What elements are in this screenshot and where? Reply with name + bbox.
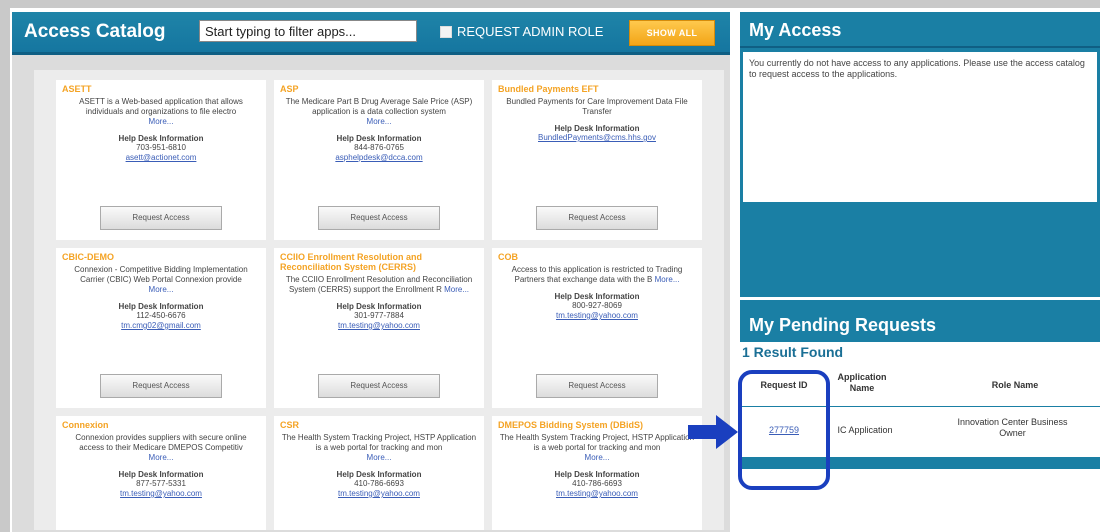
role-name-cell: Innovation Center Business Owner [957, 417, 1068, 438]
help-desk-phone: 703-951-6810 [136, 143, 186, 152]
help-desk-phone: 112-450-6676 [136, 311, 186, 320]
app-description: The Medicare Part B Drug Average Sale Pr… [285, 97, 473, 126]
show-all-button[interactable]: SHOW ALL [629, 20, 715, 46]
help-desk-title: Help Desk Information [554, 470, 640, 479]
help-desk-title: Help Desk Information [554, 292, 640, 301]
request-access-button[interactable]: Request Access [318, 206, 440, 230]
app-title: ASP [280, 84, 299, 94]
help-desk-phone: 410-786-6693 [354, 479, 404, 488]
app-title: COB [498, 252, 518, 262]
help-desk-phone: 877-577-5331 [136, 479, 186, 488]
more-link[interactable]: More... [585, 453, 610, 462]
column-header-role-name[interactable]: Role Name [945, 380, 1085, 391]
help-desk-phone: 800-927-8069 [572, 301, 622, 310]
help-desk-email[interactable]: tm.testing@yahoo.com [498, 311, 696, 321]
app-card: COB Access to this application is restri… [492, 248, 702, 408]
app-card: ASP The Medicare Part B Drug Average Sal… [274, 80, 484, 240]
app-title: CCIIO Enrollment Resolution and Reconcil… [280, 252, 423, 272]
request-access-button[interactable]: Request Access [536, 374, 658, 398]
help-desk-email[interactable]: asett@actionet.com [62, 153, 260, 163]
my-access-title: My Access [749, 20, 842, 40]
my-access-message: You currently do not have access to any … [743, 52, 1097, 202]
catalog-body: ASETT ASETT is a Web-based application t… [34, 70, 724, 530]
app-description: The Health System Tracking Project, HSTP… [281, 433, 477, 462]
help-desk-phone: 844-876-0765 [354, 143, 404, 152]
app-card: CCIIO Enrollment Resolution and Reconcil… [274, 248, 484, 408]
more-link[interactable]: More... [444, 285, 469, 294]
pending-requests-title: My Pending Requests [749, 315, 937, 335]
app-title: CBIC-DEMO [62, 252, 114, 262]
app-card: DMEPOS Bidding System (DBidS) The Health… [492, 416, 702, 530]
more-link[interactable]: More... [655, 275, 680, 284]
highlight-box [738, 370, 830, 490]
help-desk-title: Help Desk Information [554, 124, 640, 133]
app-description: Connexion provides suppliers with secure… [75, 433, 247, 462]
help-desk-email[interactable]: tm.cmg02@gmail.com [62, 321, 260, 331]
app-card: Bundled Payments EFT Bundled Payments fo… [492, 80, 702, 240]
my-access-header: My Access [740, 12, 1100, 48]
help-desk-email[interactable]: tm.testing@yahoo.com [62, 489, 260, 499]
request-admin-role-toggle[interactable]: REQUEST ADMIN ROLE [440, 24, 603, 39]
help-desk-email[interactable]: tm.testing@yahoo.com [280, 321, 478, 331]
help-desk-email[interactable]: asphelpdesk@dcca.com [280, 153, 478, 163]
app-card: Connexion Connexion provides suppliers w… [56, 416, 266, 530]
app-title: Connexion [62, 420, 109, 430]
request-access-button[interactable]: Request Access [100, 374, 222, 398]
filter-apps-input[interactable] [199, 20, 417, 42]
my-access-panel: My Access You currently do not have acce… [740, 12, 1100, 297]
request-access-button[interactable]: Request Access [100, 206, 222, 230]
admin-role-checkbox[interactable] [440, 25, 452, 38]
app-description: The CCIIO Enrollment Resolution and Reco… [285, 275, 473, 294]
help-desk-phone: 301-977-7884 [354, 311, 404, 320]
result-count: 1 Result Found [742, 344, 844, 360]
app-description: Connexion - Competitive Bidding Implemen… [74, 265, 248, 294]
help-desk-email[interactable]: tm.testing@yahoo.com [498, 489, 696, 499]
app-card: CBIC-DEMO Connexion - Competitive Biddin… [56, 248, 266, 408]
arrow-right-icon [688, 415, 738, 449]
app-card: ASETT ASETT is a Web-based application t… [56, 80, 266, 240]
app-title: ASETT [62, 84, 92, 94]
app-description: The Health System Tracking Project, HSTP… [499, 433, 695, 462]
app-description: Bundled Payments for Care Improvement Da… [506, 97, 688, 116]
app-title: DMEPOS Bidding System (DBidS) [498, 420, 644, 430]
help-desk-title: Help Desk Information [336, 302, 422, 311]
admin-role-label: REQUEST ADMIN ROLE [457, 24, 604, 39]
more-link[interactable]: More... [149, 453, 174, 462]
request-access-button[interactable]: Request Access [318, 374, 440, 398]
app-title: CSR [280, 420, 300, 430]
more-link[interactable]: More... [149, 117, 174, 126]
help-desk-phone: 410-786-6693 [572, 479, 622, 488]
more-link[interactable]: More... [367, 117, 392, 126]
app-title: Bundled Payments EFT [498, 84, 599, 94]
access-catalog-panel: Access Catalog REQUEST ADMIN ROLE SHOW A… [12, 12, 730, 532]
more-link[interactable]: More... [149, 285, 174, 294]
more-link[interactable]: More... [367, 453, 392, 462]
help-desk-title: Help Desk Information [118, 302, 204, 311]
catalog-header: Access Catalog REQUEST ADMIN ROLE SHOW A… [12, 12, 730, 55]
help-desk-title: Help Desk Information [336, 470, 422, 479]
request-access-button[interactable]: Request Access [536, 206, 658, 230]
help-desk-email[interactable]: tm.testing@yahoo.com [280, 489, 478, 499]
catalog-title: Access Catalog [24, 21, 166, 42]
app-description: ASETT is a Web-based application that al… [79, 97, 243, 126]
application-name-cell: IC Application [837, 425, 893, 435]
help-desk-title: Help Desk Information [118, 134, 204, 143]
app-card: CSR The Health System Tracking Project, … [274, 416, 484, 530]
column-header-application-name[interactable]: Application Name [832, 372, 892, 394]
app-description: Access to this application is restricted… [511, 265, 683, 284]
help-desk-email[interactable]: BundledPayments@cms.hhs.gov [498, 133, 696, 143]
help-desk-title: Help Desk Information [336, 134, 422, 143]
help-desk-title: Help Desk Information [118, 470, 204, 479]
